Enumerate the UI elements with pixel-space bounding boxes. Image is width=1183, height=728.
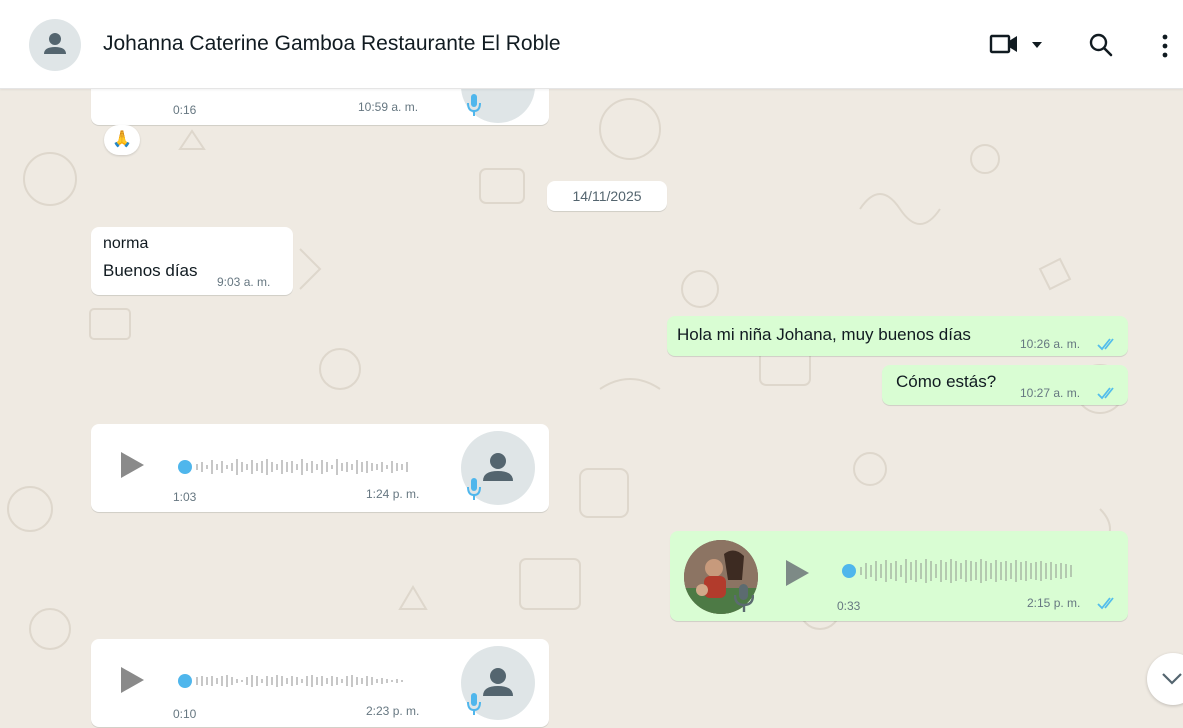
message-time: 10:59 a. m. bbox=[358, 100, 419, 114]
mic-icon bbox=[467, 478, 481, 500]
message-sender: norma bbox=[103, 235, 149, 252]
text-message-incoming[interactable]: norma Buenos días 9:03 a. m. bbox=[91, 227, 293, 295]
voice-waveform[interactable] bbox=[841, 551, 1111, 591]
video-call-button[interactable] bbox=[988, 29, 1022, 64]
voice-message-incoming[interactable]: 1:03 1:24 p. m. bbox=[91, 424, 549, 512]
message-time: 1:24 p. m. bbox=[366, 487, 420, 501]
search-icon bbox=[1089, 33, 1113, 57]
chevron-down-icon bbox=[1162, 673, 1182, 685]
dropdown-icon bbox=[1032, 42, 1042, 48]
voice-duration: 0:10 bbox=[173, 707, 197, 721]
voice-duration: 0:33 bbox=[837, 599, 861, 613]
menu-icon bbox=[1162, 34, 1168, 58]
message-list[interactable]: 0:16 10:59 a. m. 🙏 14/11/2025 norma Buen… bbox=[0, 89, 1183, 728]
message-time: 9:03 a. m. bbox=[217, 275, 271, 289]
play-icon[interactable] bbox=[119, 451, 145, 479]
contact-name[interactable]: Johanna Caterine Gamboa Restaurante El R… bbox=[103, 32, 561, 56]
mic-icon bbox=[467, 94, 481, 116]
message-text: Cómo estás? bbox=[896, 372, 997, 391]
voice-duration: 1:03 bbox=[173, 490, 197, 504]
mic-icon bbox=[734, 584, 754, 612]
message-text: Hola mi niña Johana, muy buenos días bbox=[677, 325, 971, 344]
voice-waveform[interactable] bbox=[177, 670, 427, 692]
message-text: Buenos días bbox=[103, 261, 198, 280]
person-icon bbox=[44, 33, 66, 54]
menu-button[interactable] bbox=[1160, 33, 1170, 64]
voice-duration: 0:16 bbox=[173, 103, 197, 117]
video-call-icon bbox=[989, 34, 1017, 54]
date-separator: 14/11/2025 bbox=[547, 181, 667, 211]
chat-header: Johanna Caterine Gamboa Restaurante El R… bbox=[0, 0, 1183, 89]
play-icon[interactable] bbox=[784, 559, 810, 587]
voice-message-outgoing[interactable]: 0:33 2:15 p. m. bbox=[670, 531, 1128, 621]
message-time: 10:26 a. m. bbox=[1020, 337, 1081, 351]
double-check-icon bbox=[1097, 338, 1114, 351]
message-time: 2:23 p. m. bbox=[366, 704, 420, 718]
message-reaction[interactable]: 🙏 bbox=[104, 125, 140, 155]
double-check-icon bbox=[1097, 597, 1114, 610]
double-check-icon bbox=[1097, 387, 1114, 400]
play-icon[interactable] bbox=[119, 666, 145, 694]
contact-avatar[interactable] bbox=[29, 19, 81, 71]
text-message-outgoing[interactable]: Hola mi niña Johana, muy buenos días 10:… bbox=[667, 316, 1128, 356]
mic-icon bbox=[467, 693, 481, 715]
message-time: 10:27 a. m. bbox=[1020, 386, 1081, 400]
text-message-outgoing[interactable]: Cómo estás? 10:27 a. m. bbox=[882, 365, 1128, 405]
voice-message-incoming[interactable]: 0:16 10:59 a. m. bbox=[91, 89, 549, 125]
message-time: 2:15 p. m. bbox=[1027, 596, 1081, 610]
video-call-dropdown[interactable] bbox=[1031, 37, 1043, 55]
voice-message-incoming[interactable]: 0:10 2:23 p. m. bbox=[91, 639, 549, 727]
voice-waveform[interactable] bbox=[177, 456, 427, 478]
search-button[interactable] bbox=[1088, 32, 1114, 63]
